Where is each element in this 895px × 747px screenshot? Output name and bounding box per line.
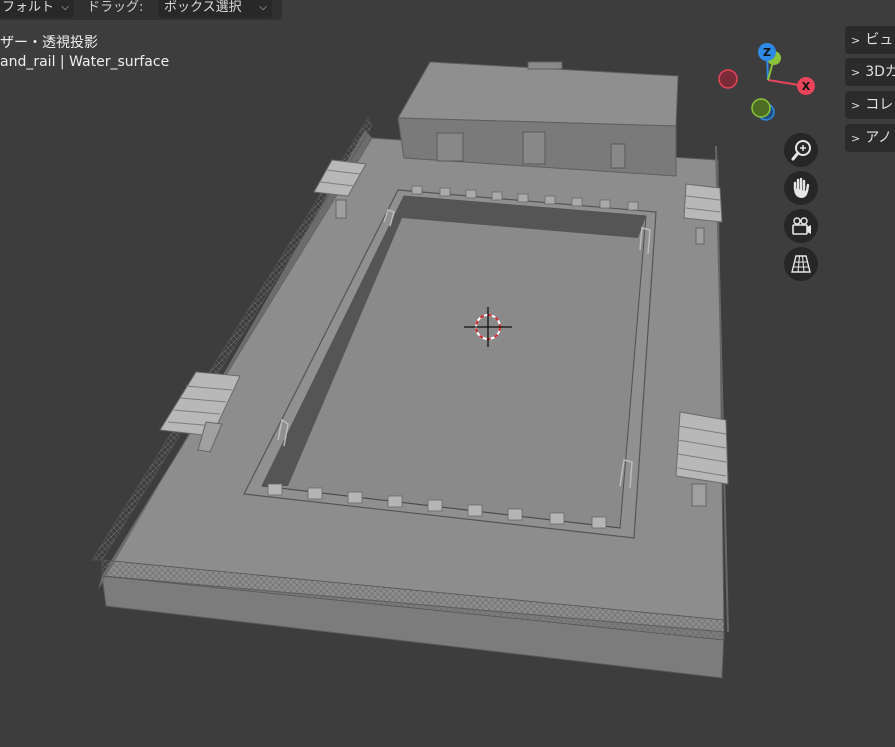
chevron-right-icon: > (851, 99, 861, 112)
chevron-down-icon: ⌵ (259, 2, 267, 13)
camera-icon (792, 217, 811, 235)
navigation-gizmo[interactable]: Z X (718, 43, 815, 121)
3d-viewport[interactable]: Z X (0, 0, 895, 747)
drag-mode-dropdown-label: ボックス選択 (164, 0, 242, 15)
building-roof-vent (527, 61, 563, 70)
orientation-dropdown[interactable]: フォルト ⌵ (0, 0, 74, 18)
orientation-dropdown-label: フォルト (2, 0, 55, 15)
ortho-toggle-button[interactable] (784, 247, 818, 281)
chevron-down-icon: ⌵ (61, 2, 69, 13)
gizmo-y-negative (751, 98, 771, 118)
drag-mode-dropdown[interactable]: ボックス選択 ⌵ (158, 0, 272, 18)
camera-view-button[interactable] (784, 209, 818, 243)
chevron-right-icon: > (851, 34, 861, 47)
drag-label: ドラッグ: (87, 0, 144, 15)
building-door-3 (610, 143, 626, 169)
zoom-button[interactable] (784, 133, 818, 167)
pan-button[interactable] (784, 171, 818, 205)
gizmo-z-label: Z (763, 46, 771, 59)
sidebar-tab-collections[interactable]: > コレ (845, 91, 895, 119)
sidebar-tab-label: 3Dカ (865, 64, 895, 80)
building-door-2 (522, 131, 546, 165)
sidebar-tab-label: アノ (865, 130, 892, 146)
chevron-right-icon: > (851, 132, 861, 145)
sidebar-tab-3d-cursor[interactable]: >3Dカ (845, 58, 895, 86)
sidebar-tab-view[interactable]: > ビュ (845, 26, 895, 54)
building-door-1 (436, 132, 464, 162)
building-roof (397, 61, 679, 127)
sidebar-tab-label: ビュ (865, 32, 894, 48)
gizmo-x-label: X (802, 80, 811, 93)
sidebar-tab-annotations[interactable]: > アノ (845, 124, 895, 152)
selection-info: and_rail | Water_surface (0, 54, 170, 70)
hand-pan-icon (793, 177, 810, 198)
gizmo-x-negative (718, 69, 738, 89)
view-title: ザー・透視投影 (0, 35, 98, 51)
zoom-icon (791, 140, 811, 161)
sidebar-tab-label: コレ (865, 97, 894, 113)
grid-ortho-icon (791, 255, 811, 273)
chevron-right-icon: > (851, 66, 861, 79)
